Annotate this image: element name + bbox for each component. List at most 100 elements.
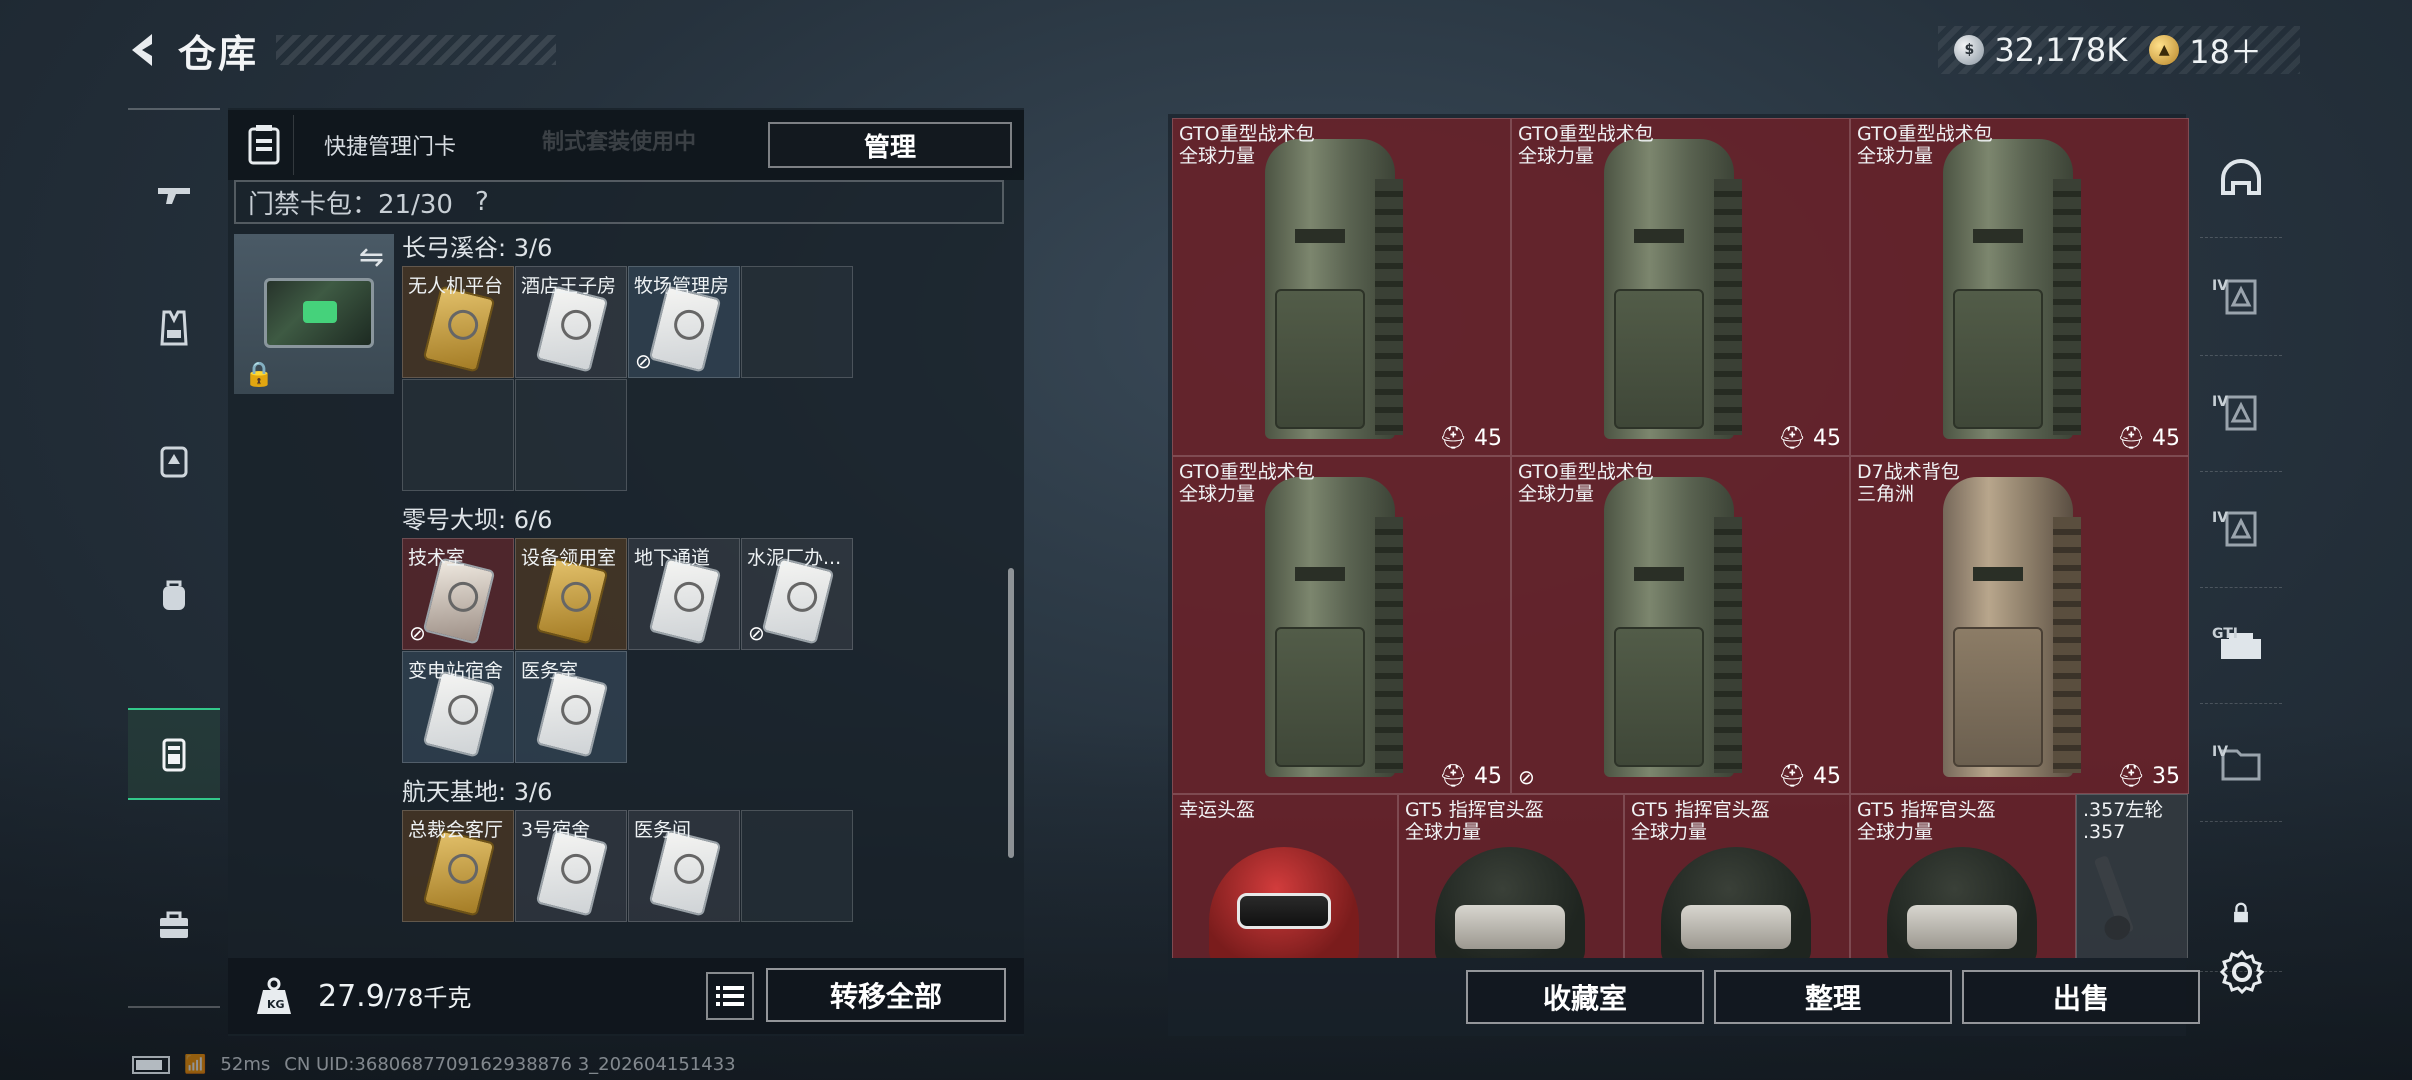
storage-item[interactable]: GT5 指挥官头盔 全球力量 [1624,794,1850,958]
item-capacity: ⛑ 45 [2117,426,2180,451]
list-view-icon[interactable] [706,972,754,1020]
swap-icon[interactable]: ⇋ [359,240,384,275]
keycard-slot[interactable]: 酒店王子房 [515,266,627,378]
transfer-all-button[interactable]: 转移全部 [766,968,1006,1022]
sell-button[interactable]: 出售 [1962,970,2200,1024]
unavailable-icon: ⊘ [409,621,426,645]
keycard-label: 无人机平台 [408,275,504,297]
keycard-slot[interactable]: 医务间 [628,810,740,922]
capacity-value: 45 [1813,764,1841,789]
storage-tier-icon[interactable]: IV [2200,354,2282,472]
keycard-panel: 快捷管理门卡 制式套装使用中 管理 门禁卡包：21/30 ? ⇋ 🔒 长弓溪谷:… [228,108,1024,1036]
empty-keycard-slot[interactable] [402,379,514,491]
item-faction: .357 [2083,821,2126,843]
storage-item[interactable]: GT5 指挥官头盔 全球力量 [1850,794,2076,958]
keycard-slot[interactable]: 无人机平台 [402,266,514,378]
keycard-image [422,829,496,917]
backpack-icon[interactable] [128,548,220,640]
item-title: GTO重型战术包 [1179,123,1315,145]
item-title: 幸运头盔 [1179,799,1256,821]
capacity-value: 45 [1474,764,1502,789]
keycard-slot[interactable]: 技术室 ⊘ [402,538,514,650]
item-name: GTO重型战术包 全球力量 [1518,461,1654,505]
keycard-icon[interactable] [128,708,220,800]
storage-tier-tag: IV [2212,278,2229,294]
keycard-slot[interactable]: 牧场管理房 ⊘ [628,266,740,378]
keycard-slot[interactable]: 变电站宿舍 [402,651,514,763]
keycard-slot[interactable]: 地下通道 [628,538,740,650]
backpack-image [1604,139,1742,449]
storage-item[interactable]: GTO重型战术包 全球力量 ⛑ 45 [1172,456,1511,794]
back-arrow-icon[interactable] [120,26,168,74]
storage-tier-icon[interactable]: IV [2200,238,2282,356]
helmet-outline-icon[interactable] [2200,120,2282,238]
revolver-image [2093,855,2135,935]
nav-divider [128,108,220,110]
keycard-pack-container[interactable]: ⇋ 🔒 [234,234,394,394]
item-faction: 全球力量 [1179,145,1256,167]
folder-tier-icon[interactable]: IV [2200,704,2282,822]
keycard-slot[interactable]: 医务室 [515,651,627,763]
storage-tier-icon[interactable]: IV [2200,470,2282,588]
storage-item[interactable]: GTO重型战术包 全球力量 ⛑ 45 [1511,118,1850,456]
storage-item[interactable]: .357左轮 .357 [2076,794,2188,958]
keycard-label: 牧场管理房 [634,275,730,297]
empty-keycard-slot[interactable] [515,379,627,491]
item-name: GT5 指挥官头盔 全球力量 [1405,799,1544,843]
keycard-slot[interactable]: 设备领用室 [515,538,627,650]
collection-room-button[interactable]: 收藏室 [1466,970,1704,1024]
helmet-image [1887,847,2037,958]
backpack-image [1265,139,1403,449]
keycard-panel-footer: KG 27.9/78千克 转移全部 [228,958,1024,1034]
item-title: .357左轮 [2083,799,2164,821]
item-capacity: ⛑ 45 [1439,426,1502,451]
empty-keycard-slot[interactable] [741,810,853,922]
backpack-image [1943,139,2081,449]
armor-vest-icon[interactable] [128,282,220,374]
storage-item[interactable]: GT5 指挥官头盔 全球力量 [1398,794,1624,958]
sort-button[interactable]: 整理 [1714,970,1952,1024]
chest-rig-icon[interactable] [128,414,220,506]
storage-actions: 收藏室 整理 出售 [1168,964,2200,1036]
capacity-icon: ⛑ [1778,764,1813,789]
keycard-slot[interactable]: 水泥厂办... ⊘ [741,538,853,650]
manage-button[interactable]: 管理 [768,122,1012,168]
keycard-holder-icon [234,115,294,175]
storage-tier-tag: IV [2212,394,2229,410]
keycard-label: 地下通道 [634,547,711,569]
keycard-slot[interactable]: 3号宿舍 [515,810,627,922]
helmet-image [1209,847,1359,958]
keycard-label: 变电站宿舍 [408,660,504,682]
toolbox-icon[interactable] [128,878,220,970]
storage-item[interactable]: GTO重型战术包 全球力量 ⛑ 45 [1850,118,2189,456]
weapon-icon[interactable] [128,148,220,240]
silver-currency-value: 32,178K [1994,31,2128,69]
empty-keycard-slot[interactable] [741,266,853,378]
keycard-label: 医务室 [521,660,579,682]
currency-display: $ 32,178K ▲ 18＋ [1938,26,2300,74]
item-faction: 全球力量 [1857,145,1934,167]
zone-title: 航天基地: 3/6 [402,778,553,806]
gold-currency-value[interactable]: 18＋ [2189,27,2262,73]
item-capacity: ⛑ 45 [1778,426,1841,451]
help-button[interactable]: ? [475,187,489,217]
gti-case-icon[interactable]: GTI [2200,586,2282,704]
keycard-image [422,285,496,373]
capacity-icon: ⛑ [1439,764,1474,789]
storage-tab-nav: IV IV IV GTI IV [2200,114,2282,972]
unavailable-icon: ⊘ [1518,765,1535,789]
storage-tier-tag: IV [2212,510,2229,526]
gear-icon[interactable] [2219,949,2265,995]
ping-text: 52ms [220,1054,271,1075]
capacity-value: 45 [1813,426,1841,451]
keycard-slot[interactable]: 总裁会客厅 [402,810,514,922]
keycard-label: 3号宿舍 [521,819,591,841]
storage-item[interactable]: GTO重型战术包 全球力量 ⛑ 45 ⊘ [1511,456,1850,794]
storage-item[interactable]: GTO重型战术包 全球力量 ⛑ 45 [1172,118,1511,456]
item-faction: 全球力量 [1631,821,1708,843]
panel-scrollbar[interactable] [1008,568,1014,858]
capacity-icon: ⛑ [2117,426,2152,451]
storage-item[interactable]: 幸运头盔 [1172,794,1398,958]
helmet-image [1435,847,1585,958]
storage-item[interactable]: D7战术背包 三角洲 ⛑ 35 [1850,456,2189,794]
